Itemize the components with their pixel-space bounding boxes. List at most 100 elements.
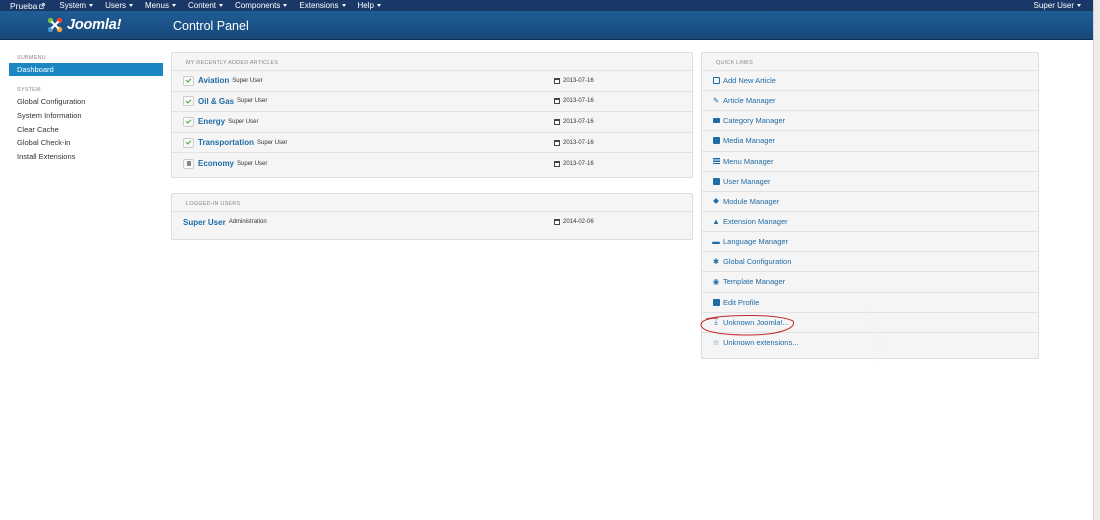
caret-down-icon xyxy=(219,4,224,7)
article-date: 2013-07-16 xyxy=(554,118,594,125)
menu-system[interactable]: System xyxy=(59,1,94,10)
caret-down-icon xyxy=(128,4,133,7)
pencil-icon: ✎ xyxy=(712,95,720,105)
table-row: Energy Super User 2013-07-16 xyxy=(172,112,692,133)
article-title-link[interactable]: Aviation xyxy=(198,76,229,85)
logo-text: Joomla! xyxy=(67,17,122,33)
star-icon: ☆ xyxy=(712,337,720,347)
download-icon: ⤓ xyxy=(714,317,718,327)
published-icon[interactable] xyxy=(183,96,194,107)
article-date: 2013-07-16 xyxy=(554,139,594,146)
user-name-link[interactable]: Super User xyxy=(183,218,226,227)
article-author: Super User xyxy=(232,77,263,84)
article-title-link[interactable]: Economy xyxy=(198,159,234,168)
caret-down-icon xyxy=(89,4,94,7)
eye-icon: ◉ xyxy=(712,276,720,286)
calendar-icon xyxy=(554,160,560,167)
quick-link-edit-profile[interactable]: Edit Profile xyxy=(702,293,1038,313)
quick-link-unknown-extensions[interactable]: ☆ Unknown extensions... xyxy=(702,333,1038,353)
page-title: Control Panel xyxy=(173,19,249,33)
table-row: Super User Administration 2014-02-06 xyxy=(172,212,692,232)
user-icon xyxy=(712,177,720,185)
cube-icon: ◆ xyxy=(713,196,719,206)
menu-extensions[interactable]: Extensions xyxy=(299,1,346,10)
quick-link-global-configuration[interactable]: ✱ Global Configuration xyxy=(702,252,1038,273)
quick-link-template-manager[interactable]: ◉ Template Manager xyxy=(702,272,1038,293)
top-navbar: Prueba System Users Menus Content Compon… xyxy=(0,0,1093,11)
caret-down-icon xyxy=(341,4,346,7)
joomla-logo[interactable]: Joomla! xyxy=(46,16,121,34)
quick-link-extension-manager[interactable]: ▲ Extension Manager xyxy=(702,212,1038,233)
puzzle-icon: ▲ xyxy=(712,216,720,226)
quick-link-module-manager[interactable]: ◆ Module Manager xyxy=(702,192,1038,212)
article-author: Super User xyxy=(237,160,268,167)
quick-links-panel: QUICK LINKS Add New Article ✎ Article Ma… xyxy=(701,52,1039,359)
sidebar-item-clear-cache[interactable]: Clear Cache xyxy=(9,123,163,137)
calendar-icon xyxy=(554,98,560,105)
published-icon[interactable] xyxy=(183,137,194,148)
recent-articles-panel: MY RECENTLY ADDED ARTICLES Aviation Supe… xyxy=(171,52,693,178)
article-title-link[interactable]: Energy xyxy=(198,117,225,126)
site-link[interactable]: Prueba xyxy=(10,0,46,11)
joomla-logo-icon xyxy=(47,17,63,33)
caret-down-icon xyxy=(283,4,288,7)
caret-down-icon xyxy=(172,4,176,7)
menu-content[interactable]: Content xyxy=(188,1,224,10)
cog-icon: ✱ xyxy=(712,256,720,266)
menu-menus[interactable]: Menus xyxy=(145,1,176,10)
table-row: Oil & Gas Super User 2013-07-16 xyxy=(172,92,692,113)
panel-heading: QUICK LINKS xyxy=(702,53,1038,71)
quick-link-menu-manager[interactable]: Menu Manager xyxy=(702,152,1038,172)
article-date: 2013-07-16 xyxy=(554,77,594,84)
quick-link-unknown-joomla[interactable]: ⤓ Unknown Joomla!... xyxy=(702,313,1038,333)
article-title-link[interactable]: Oil & Gas xyxy=(198,97,234,106)
comment-icon: ▬ xyxy=(712,236,720,246)
submenu-heading: SUBMENU xyxy=(17,55,46,61)
quick-link-article-manager[interactable]: ✎ Article Manager xyxy=(702,91,1038,112)
system-heading: SYSTEM xyxy=(17,87,41,93)
article-author: Super User xyxy=(237,98,268,105)
quick-link-category-manager[interactable]: Category Manager xyxy=(702,111,1038,132)
main-menu: System Users Menus Content Components Ex… xyxy=(59,1,393,10)
sidebar-item-install-extensions[interactable]: Install Extensions xyxy=(9,150,163,164)
caret-down-icon xyxy=(1077,4,1081,7)
calendar-icon xyxy=(554,118,560,125)
quick-link-media-manager[interactable]: Media Manager xyxy=(702,131,1038,152)
images-icon xyxy=(712,137,720,145)
scrollbar[interactable] xyxy=(1093,0,1100,520)
menu-components[interactable]: Components xyxy=(235,1,288,10)
quick-link-add-new-article[interactable]: Add New Article xyxy=(702,71,1038,92)
panel-heading: LOGGED-IN USERS xyxy=(172,194,692,212)
vcard-icon xyxy=(712,298,720,306)
published-icon[interactable] xyxy=(183,75,194,86)
sidebar-item-global-check-in[interactable]: Global Check-in xyxy=(9,136,163,150)
quick-link-user-manager[interactable]: User Manager xyxy=(702,172,1038,192)
menu-help[interactable]: Help xyxy=(358,1,381,10)
trash-icon[interactable] xyxy=(183,158,194,169)
table-row: Transportation Super User 2013-07-16 xyxy=(172,133,692,154)
header-bar: Joomla! Control Panel xyxy=(0,11,1093,40)
table-row: Economy Super User 2013-07-16 xyxy=(172,153,692,174)
caret-down-icon xyxy=(376,4,381,7)
user-menu[interactable]: Super User xyxy=(1034,0,1081,11)
sidebar-item-dashboard[interactable]: Dashboard xyxy=(9,63,163,76)
article-title-link[interactable]: Transportation xyxy=(198,138,254,147)
quick-link-language-manager[interactable]: ▬ Language Manager xyxy=(702,232,1038,253)
logged-in-users-panel: LOGGED-IN USERS Super User Administratio… xyxy=(171,193,693,240)
sidebar-item-global-configuration[interactable]: Global Configuration xyxy=(9,95,163,109)
menu-users[interactable]: Users xyxy=(105,1,133,10)
article-date: 2013-07-16 xyxy=(554,160,594,167)
article-author: Super User xyxy=(228,118,259,125)
external-link-icon xyxy=(39,2,46,9)
login-date: 2014-02-06 xyxy=(554,219,594,225)
site-name: Prueba xyxy=(10,0,38,11)
list-icon xyxy=(712,157,720,165)
file-add-icon xyxy=(712,77,720,85)
sidebar-item-system-information[interactable]: System Information xyxy=(9,109,163,123)
calendar-icon xyxy=(554,219,560,225)
article-author: Super User xyxy=(257,139,288,146)
published-icon[interactable] xyxy=(183,116,194,127)
article-date: 2013-07-16 xyxy=(554,98,594,105)
folder-icon xyxy=(712,117,720,125)
panel-heading: MY RECENTLY ADDED ARTICLES xyxy=(172,53,692,71)
